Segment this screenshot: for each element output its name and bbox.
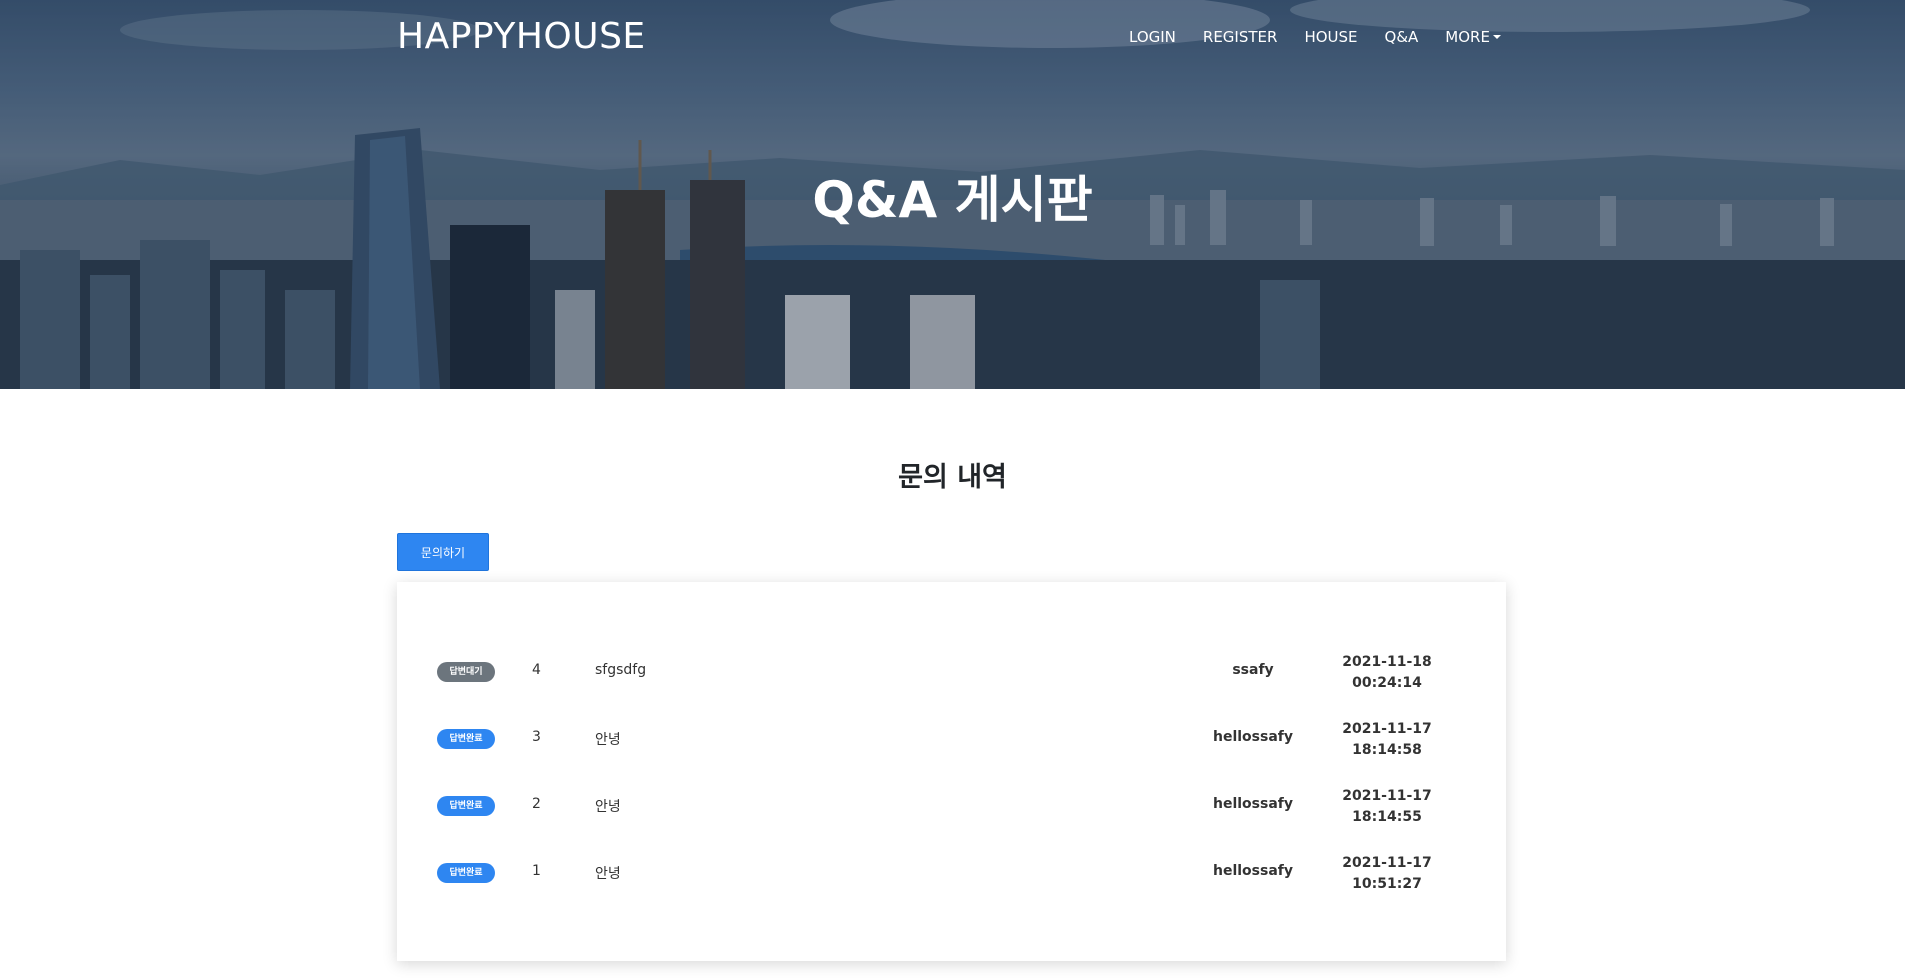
caret-down-icon [1492,35,1501,39]
qa-time: 00:24:14 [1352,675,1422,691]
qa-time: 18:14:55 [1352,809,1422,825]
status-badge: 답변완료 [437,863,495,883]
qa-list-card: 답변대기 4 sfgsdfg ssafy 2021-11-18 00:24:14 … [397,582,1506,961]
section-title: 문의 내역 [898,462,1007,493]
brand-logo[interactable]: HAPPYHOUSE [397,16,646,57]
qa-datetime: 2021-11-17 18:14:55 [1319,786,1455,828]
qa-title[interactable]: 안녕 [595,796,621,816]
nav-more-label: MORE [1445,28,1490,46]
nav-login[interactable]: LOGIN [1129,28,1176,46]
qa-time: 18:14:58 [1352,742,1422,758]
status-badge: 답변대기 [437,662,495,682]
qa-row[interactable]: 답변완료 2 안녕 hellossafy 2021-11-17 18:14:55 [397,772,1506,839]
qa-datetime: 2021-11-17 18:14:58 [1319,719,1455,761]
hero-title: Q&A 게시판 [812,171,1093,229]
qa-time: 10:51:27 [1352,876,1422,892]
status-badge: 답변완료 [437,729,495,749]
top-nav: LOGIN REGISTER HOUSE Q&A MORE [1129,28,1528,46]
qa-number: 1 [532,863,541,879]
hero-banner: HAPPYHOUSE LOGIN REGISTER HOUSE Q&A MORE… [0,0,1905,389]
qa-title[interactable]: 안녕 [595,863,621,883]
qa-number: 2 [532,796,541,812]
nav-qna[interactable]: Q&A [1385,28,1419,46]
qa-datetime: 2021-11-18 00:24:14 [1319,652,1455,694]
qa-number: 3 [532,729,541,745]
qa-number: 4 [532,662,541,678]
nav-more-dropdown[interactable]: MORE [1445,28,1501,46]
qa-date: 2021-11-17 [1342,788,1432,804]
nav-house[interactable]: HOUSE [1304,28,1357,46]
status-badge: 답변완료 [437,796,495,816]
qa-date: 2021-11-17 [1342,855,1432,871]
qa-row[interactable]: 답변완료 1 안녕 hellossafy 2021-11-17 10:51:27 [397,839,1506,906]
ask-question-button[interactable]: 문의하기 [397,533,489,571]
qa-title[interactable]: 안녕 [595,729,621,749]
nav-register[interactable]: REGISTER [1203,28,1278,46]
qa-title[interactable]: sfgsdfg [595,662,646,678]
qa-date: 2021-11-17 [1342,721,1432,737]
qa-datetime: 2021-11-17 10:51:27 [1319,853,1455,895]
qa-row[interactable]: 답변완료 3 안녕 hellossafy 2021-11-17 18:14:58 [397,705,1506,772]
qa-date: 2021-11-18 [1342,654,1432,670]
qa-row[interactable]: 답변대기 4 sfgsdfg ssafy 2021-11-18 00:24:14 [397,638,1506,705]
